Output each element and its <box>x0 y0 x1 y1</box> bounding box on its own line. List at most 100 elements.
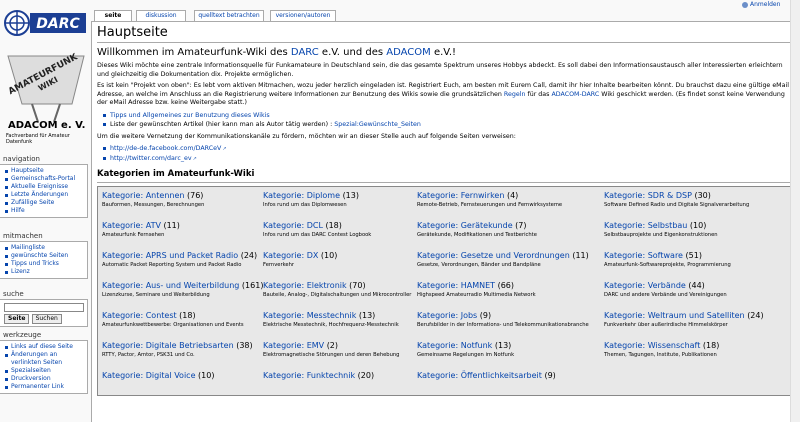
category-link[interactable]: Kategorie: Messtechnik <box>263 311 356 320</box>
category-link[interactable]: Kategorie: SDR & DSP <box>604 191 692 200</box>
darc-logo-icon: DARC <box>4 10 86 36</box>
adacom-link[interactable]: ADACOM <box>386 47 431 58</box>
category-link[interactable]: Kategorie: Selbstbau <box>604 221 687 230</box>
external-links: http://de-de.facebook.com/DARCeV http://… <box>103 144 791 164</box>
facebook-link[interactable]: http://de-de.facebook.com/DARCeV <box>103 144 791 154</box>
category-count: (66) <box>497 281 514 290</box>
category-cell: Kategorie: Antennen (76) Bauformen, Messu… <box>102 191 263 221</box>
category-title: Kategorie: Öffentlichkeitsarbeit (9) <box>417 371 604 381</box>
category-title: Kategorie: Aus- und Weiterbildung (161) <box>102 281 263 291</box>
category-title: Kategorie: Antennen (76) <box>102 191 263 201</box>
category-count: (4) <box>506 191 519 200</box>
category-cell: Kategorie: Digitale Betriebsarten (38) RT… <box>102 341 263 371</box>
category-link[interactable]: Kategorie: DCL <box>263 221 323 230</box>
category-count: (11) <box>163 221 180 230</box>
sidebar-item-tipps[interactable]: Tipps und Tricks <box>4 260 85 268</box>
category-title: Kategorie: Gesetze und Verordnungen (11) <box>417 251 604 261</box>
darc-link[interactable]: DARC <box>291 47 319 58</box>
category-link[interactable]: Kategorie: Verbände <box>604 281 686 290</box>
category-link[interactable]: Kategorie: Jobs <box>417 311 477 320</box>
category-description: Automatic Packet Reporting System und Pa… <box>102 262 242 268</box>
go-button[interactable]: Seite <box>4 314 30 324</box>
category-link[interactable]: Kategorie: Contest <box>102 311 177 320</box>
category-link[interactable]: Kategorie: Antennen <box>102 191 184 200</box>
category-title: Kategorie: Wissenschaft (18) <box>604 341 790 351</box>
category-link[interactable]: Kategorie: ATV <box>102 221 161 230</box>
category-title: Kategorie: APRS und Packet Radio (24) <box>102 251 263 261</box>
sidebar-item-druck[interactable]: Druckversion <box>4 375 85 383</box>
category-cell: Kategorie: DX (10) Fernverkehr <box>263 251 417 281</box>
user-icon <box>742 1 748 8</box>
category-description: RTTY, Pactor, Amtor, PSK31 und Co. <box>102 352 195 358</box>
category-cell: Kategorie: Selbstbau (10) Selbstbauprojek… <box>604 221 790 251</box>
category-description: Elektrische Messtechnik, Hochfrequenz-Me… <box>263 322 399 328</box>
category-cell: Kategorie: APRS und Packet Radio (24) Aut… <box>102 251 263 281</box>
category-link[interactable]: Kategorie: Gesetze und Verordnungen <box>417 251 570 260</box>
category-link[interactable]: Kategorie: APRS und Packet Radio <box>102 251 238 260</box>
category-title: Kategorie: Funktechnik (20) <box>263 371 417 381</box>
scrollbar[interactable] <box>790 0 800 422</box>
category-cell: Kategorie: Gerätekunde (7) Gerätekunde, M… <box>417 221 604 251</box>
category-description: Gemeinsame Regelungen im Notfunk <box>417 352 515 358</box>
sidebar-item-ereignisse[interactable]: Aktuelle Ereignisse <box>4 183 85 191</box>
sidebar-item-links[interactable]: Links auf diese Seite <box>4 343 85 351</box>
category-cell: Kategorie: Notfunk (13) Gemeinsame Regelu… <box>417 341 604 371</box>
adacom-darc-link[interactable]: ADACOM-DARC <box>551 91 599 98</box>
category-count: (24) <box>747 311 764 320</box>
regeln-link[interactable]: Regeln <box>504 91 526 98</box>
category-link[interactable]: Kategorie: Elektronik <box>263 281 347 290</box>
category-link[interactable]: Kategorie: Gerätekunde <box>417 221 513 230</box>
category-count: (18) <box>702 341 720 350</box>
category-link[interactable]: Kategorie: Diplome <box>263 191 340 200</box>
category-link[interactable]: Kategorie: Notfunk <box>417 341 492 350</box>
sidebar-item-zufall[interactable]: Zufällige Seite <box>4 199 85 207</box>
category-cell: Kategorie: Messtechnik (13) Elektrische M… <box>263 311 417 341</box>
category-count: (13) <box>342 191 359 200</box>
search-button[interactable]: Suchen <box>31 314 62 324</box>
category-link[interactable]: Kategorie: Wissenschaft <box>604 341 700 350</box>
category-title: Kategorie: Digitale Betriebsarten (38) <box>102 341 263 351</box>
twitter-link[interactable]: http://twitter.com/darc_ev <box>103 154 791 164</box>
category-description: Infos rund um das Diplomwesen <box>263 202 347 208</box>
category-cell: Kategorie: Aus- und Weiterbildung (161) L… <box>102 281 263 311</box>
category-row: Kategorie: Aus- und Weiterbildung (161) L… <box>102 281 787 311</box>
sidebar-item-permalink[interactable]: Permanenter Link <box>4 383 85 391</box>
category-link[interactable]: Kategorie: Funktechnik <box>263 371 355 380</box>
category-count: (11) <box>572 251 589 260</box>
category-description: Elektromagnetische Störungen und deren B… <box>263 352 400 358</box>
category-link[interactable]: Kategorie: Digital Voice <box>102 371 196 380</box>
category-link[interactable]: Kategorie: DX <box>263 251 318 260</box>
site-logo[interactable]: DARC AMATEURFUNK WIKI ADACOM e. V. Fachv… <box>0 0 92 150</box>
list-item[interactable]: Tipps und Allgemeines zur Benutzung dies… <box>103 111 791 120</box>
sidebar-item-aenderungen[interactable]: Letzte Änderungen <box>4 191 85 199</box>
sidebar-item-hauptseite[interactable]: Hauptseite <box>4 167 85 175</box>
login-link[interactable]: Anmelden <box>742 0 780 9</box>
category-grid: Kategorie: Antennen (76) Bauformen, Messu… <box>97 186 791 396</box>
sidebar-item-spezial[interactable]: Spezialseiten <box>4 367 85 375</box>
sidebar-item-hilfe[interactable]: Hilfe <box>4 207 85 215</box>
category-title: Kategorie: DX (10) <box>263 251 417 261</box>
category-link[interactable]: Kategorie: Digitale Betriebsarten <box>102 341 234 350</box>
sidebar-item-portal[interactable]: Gemeinschafts-Portal <box>4 175 85 183</box>
category-cell: Kategorie: Contest (18) Amateurfunkwettbe… <box>102 311 263 341</box>
adacom-name: ADACOM e. V. <box>8 120 86 131</box>
sidebar-item-mailingliste[interactable]: Mailingliste <box>4 244 85 252</box>
category-title: Kategorie: Fernwirken (4) <box>417 191 604 201</box>
category-link[interactable]: Kategorie: HAMNET <box>417 281 495 290</box>
category-link[interactable]: Kategorie: Software <box>604 251 683 260</box>
category-count: (13) <box>494 341 512 350</box>
category-link[interactable]: Kategorie: EMV <box>263 341 324 350</box>
category-cell: Kategorie: Öffentlichkeitsarbeit (9) <box>417 371 604 395</box>
category-link[interactable]: Kategorie: Öffentlichkeitsarbeit <box>417 371 542 380</box>
category-link[interactable]: Kategorie: Fernwirken <box>417 191 504 200</box>
sidebar-item-gewuenschte[interactable]: gewünschte Seiten <box>4 252 85 260</box>
main-content: Hauptseite Willkommen im Amateurfunk-Wik… <box>91 21 795 422</box>
category-link[interactable]: Kategorie: Aus- und Weiterbildung <box>102 281 239 290</box>
sidebar-item-lizenz[interactable]: Lizenz <box>4 268 85 276</box>
sidebar-item-verlinkt[interactable]: Änderungen an verlinkten Seiten <box>4 351 85 367</box>
sidebar-mitmachen: mitmachen Mailingliste gewünschte Seiten… <box>0 232 88 279</box>
wanted-pages-link[interactable]: Spezial:Gewünschte_Seiten <box>334 121 421 128</box>
category-cell: Kategorie: Fernwirken (4) Remote-Betrieb,… <box>417 191 604 221</box>
category-link[interactable]: Kategorie: Weltraum und Satelliten <box>604 311 745 320</box>
search-input[interactable] <box>4 303 84 312</box>
